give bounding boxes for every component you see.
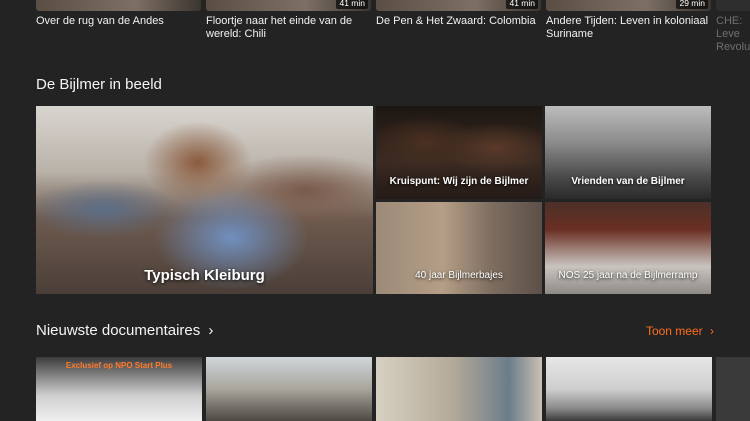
duration-badge: 41 min <box>506 0 538 9</box>
program-thumbnail[interactable] <box>716 0 750 11</box>
program-thumbnail[interactable] <box>36 0 201 11</box>
program-title[interactable]: Floortje naar het einde van de wereld: C… <box>206 15 371 41</box>
program-card[interactable]: 41 min De Pen & Het Zwaard: Colombia <box>376 0 541 28</box>
program-title[interactable]: Andere Tijden: Leven in koloniaal Surina… <box>546 15 711 41</box>
tile-nos-25-jaar[interactable]: NOS 25 jaar na de Bijlmerramp <box>545 202 711 294</box>
tile-caption: Kruispunt: Wij zijn de Bijlmer <box>389 176 529 187</box>
tile-kruispunt[interactable]: Kruispunt: Wij zijn de Bijlmer <box>376 106 542 199</box>
exclusive-badge: Exclusief op NPO Start Plus <box>65 361 173 370</box>
documentary-card[interactable] <box>546 357 712 421</box>
tile-vrienden-van-de-bijlmer[interactable]: Vrienden van de Bijlmer <box>545 106 711 199</box>
tile-caption: Vrienden van de Bijlmer <box>571 176 685 187</box>
program-card[interactable]: 29 min Andere Tijden: Leven in koloniaal… <box>546 0 711 41</box>
program-title[interactable]: De Pen & Het Zwaard: Colombia <box>376 15 541 28</box>
section-title-label[interactable]: Nieuwste documentaires <box>36 322 200 339</box>
program-card[interactable]: Over de rug van de Andes <box>36 0 201 28</box>
program-title[interactable]: Over de rug van de Andes <box>36 15 201 28</box>
duration-badge: 41 min <box>336 0 368 9</box>
documentary-card[interactable] <box>716 357 750 421</box>
chevron-right-icon[interactable]: › <box>208 322 213 339</box>
tile-40-jaar-bijlmerbajes[interactable]: 40 jaar Bijlmerbajes <box>376 202 542 294</box>
program-thumbnail[interactable]: 29 min <box>546 0 711 11</box>
program-title[interactable]: CHE: Leve Revolut <box>716 15 750 54</box>
duration-badge: 29 min <box>676 0 708 9</box>
bijlmer-grid: Typisch Kleiburg Kruispunt: Wij zijn de … <box>36 106 711 294</box>
documentary-card[interactable] <box>376 357 542 421</box>
documentaries-row: Exclusief op NPO Start Plus <box>36 357 750 421</box>
toon-meer-link[interactable]: Toon meer › <box>646 324 714 338</box>
tile-caption: Typisch Kleiburg <box>144 267 265 284</box>
program-card[interactable]: 41 min Floortje naar het einde van de we… <box>206 0 371 41</box>
documentary-card[interactable]: Exclusief op NPO Start Plus <box>36 357 202 421</box>
section-title-documentaires[interactable]: Nieuwste documentaires › <box>36 322 213 339</box>
tile-caption: 40 jaar Bijlmerbajes <box>415 270 503 281</box>
program-thumbnail[interactable]: 41 min <box>376 0 541 11</box>
program-card[interactable]: CHE: Leve Revolut <box>716 0 750 54</box>
tile-typisch-kleiburg[interactable]: Typisch Kleiburg <box>36 106 373 294</box>
top-carousel-row: Over de rug van de Andes 41 min Floortje… <box>36 0 750 53</box>
section-title-bijlmer: De Bijlmer in beeld <box>36 76 162 93</box>
chevron-right-icon[interactable]: › <box>710 324 714 338</box>
tile-caption: NOS 25 jaar na de Bijlmerramp <box>558 270 698 281</box>
program-thumbnail[interactable]: 41 min <box>206 0 371 11</box>
toon-meer-label[interactable]: Toon meer <box>646 324 703 338</box>
documentary-card[interactable] <box>206 357 372 421</box>
